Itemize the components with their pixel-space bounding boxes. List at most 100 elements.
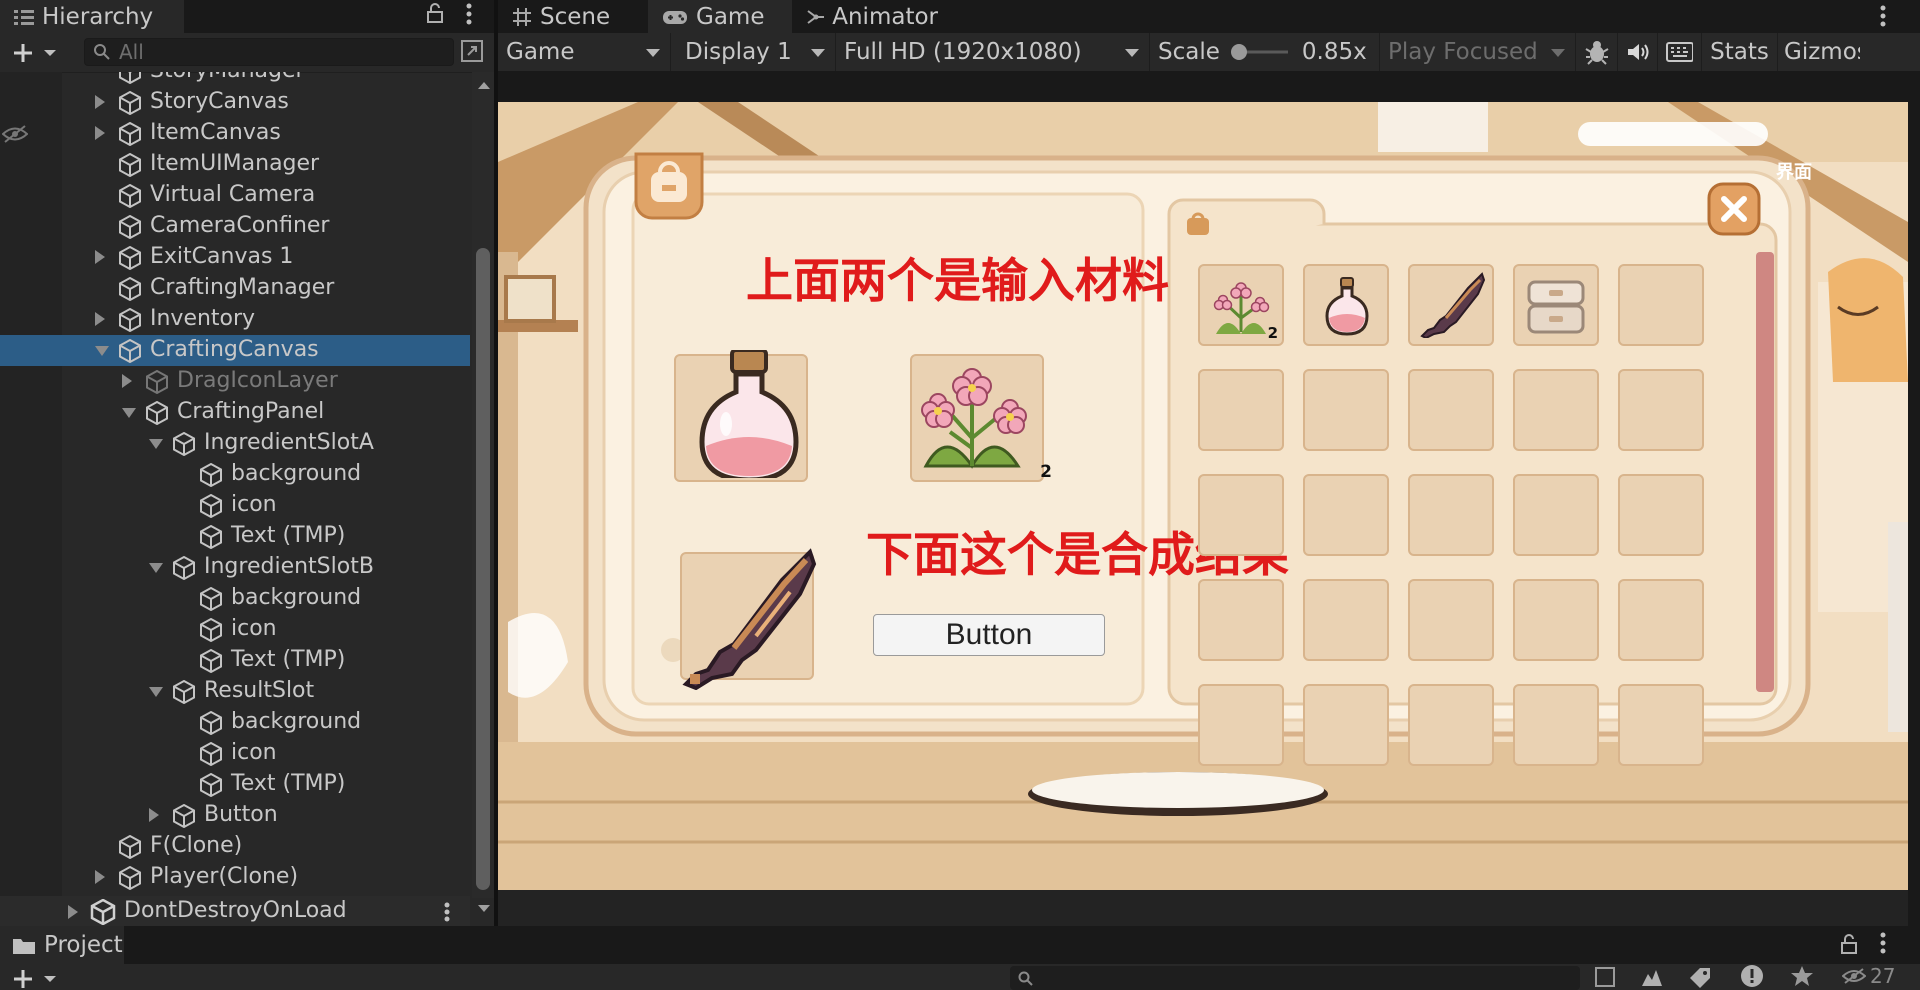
expand-arrow-icon[interactable] xyxy=(95,250,105,264)
hierarchy-item[interactable]: IngredientSlotB xyxy=(0,552,470,583)
game-view[interactable]: 界面 上面两个是输入材料 下面这个是合成结果 2 Button 2 xyxy=(498,102,1908,890)
inventory-slot[interactable] xyxy=(1513,684,1599,766)
hierarchy-item[interactable]: ExitCanvas 1 xyxy=(0,242,470,273)
shortcuts-button[interactable] xyxy=(1658,33,1702,71)
warning-icon[interactable] xyxy=(1740,964,1764,988)
hierarchy-tab[interactable]: Hierarchy xyxy=(0,0,184,33)
tab-game[interactable]: Game xyxy=(648,0,792,33)
mute-audio-button[interactable] xyxy=(1618,33,1658,71)
hierarchy-item[interactable]: F(Clone) xyxy=(0,831,470,862)
hierarchy-item[interactable]: ItemUIManager xyxy=(0,149,470,180)
inventory-slot[interactable] xyxy=(1408,579,1494,661)
result-slot[interactable] xyxy=(680,548,817,690)
collapse-arrow-icon[interactable] xyxy=(122,408,136,418)
inventory-slot[interactable] xyxy=(1303,579,1389,661)
inventory-slot[interactable] xyxy=(1513,474,1599,556)
favorite-star-icon[interactable] xyxy=(1790,965,1814,987)
collapse-arrow-icon[interactable] xyxy=(95,346,109,356)
hierarchy-item[interactable]: background xyxy=(0,459,470,490)
inventory-slot[interactable] xyxy=(1198,579,1284,661)
project-search-input[interactable] xyxy=(1010,966,1580,990)
inventory-slot[interactable] xyxy=(1618,264,1704,346)
hierarchy-item[interactable]: Text (TMP) xyxy=(0,521,470,552)
inventory-slot[interactable]: 2 xyxy=(1198,264,1284,346)
inventory-slot[interactable] xyxy=(1513,264,1599,346)
scale-control[interactable]: Scale 0.85x xyxy=(1150,33,1380,71)
hierarchy-item[interactable]: Text (TMP) xyxy=(0,645,470,676)
tab-scene[interactable]: Scene xyxy=(498,0,648,33)
hierarchy-item[interactable]: Virtual Camera xyxy=(0,180,470,211)
hierarchy-item[interactable]: DragIconLayer xyxy=(0,366,470,397)
mode-dropdown[interactable]: Game xyxy=(498,33,671,71)
hierarchy-item[interactable]: CameraConfiner xyxy=(0,211,470,242)
hierarchy-item[interactable]: Inventory xyxy=(0,304,470,335)
inventory-slot[interactable] xyxy=(1513,579,1599,661)
scale-slider[interactable] xyxy=(1230,42,1292,62)
hierarchy-item[interactable]: Player(Clone) xyxy=(0,862,470,893)
inventory-slot[interactable] xyxy=(1198,369,1284,451)
collapse-arrow-icon[interactable] xyxy=(149,687,163,697)
stats-button[interactable]: Stats xyxy=(1702,33,1778,71)
inventory-slot[interactable] xyxy=(1408,369,1494,451)
inventory-slot[interactable] xyxy=(1408,474,1494,556)
inventory-slot[interactable] xyxy=(1408,684,1494,766)
expand-arrow-icon[interactable] xyxy=(122,374,132,388)
project-add-button[interactable] xyxy=(12,968,62,990)
dontdestroyonload-row[interactable]: DontDestroyOnLoad xyxy=(0,896,470,928)
project-tab[interactable]: Project xyxy=(0,926,124,964)
hierarchy-item[interactable]: CraftingPanel xyxy=(0,397,470,428)
scroll-down-arrow[interactable] xyxy=(477,904,491,914)
hierarchy-item[interactable]: icon xyxy=(0,614,470,645)
lock-icon[interactable] xyxy=(426,3,444,23)
resolution-dropdown[interactable]: Full HD (1920x1080) xyxy=(836,33,1150,71)
expand-arrow-icon[interactable] xyxy=(149,808,159,822)
label-tag-icon[interactable] xyxy=(1688,966,1712,988)
expand-arrow-icon[interactable] xyxy=(95,95,105,109)
hierarchy-item[interactable]: ItemCanvas xyxy=(0,118,470,149)
inventory-slot[interactable] xyxy=(1303,264,1389,346)
scene-search-icon[interactable] xyxy=(460,39,484,63)
expand-arrow-icon[interactable] xyxy=(68,905,78,919)
hierarchy-item[interactable]: icon xyxy=(0,738,470,769)
hierarchy-item[interactable]: Button xyxy=(0,800,470,831)
display-dropdown[interactable]: Display 1 xyxy=(671,33,836,71)
play-mode-dropdown[interactable]: Play Focused xyxy=(1380,33,1576,71)
expand-arrow-icon[interactable] xyxy=(95,126,105,140)
hidden-count-toggle[interactable]: 27 xyxy=(1842,964,1895,988)
close-icon[interactable] xyxy=(1707,182,1761,236)
add-object-button[interactable] xyxy=(12,42,62,64)
scene-menu-icon[interactable] xyxy=(444,902,450,922)
inventory-slot[interactable] xyxy=(1618,474,1704,556)
ingredient-slot-b[interactable]: 2 xyxy=(910,354,1052,482)
hierarchy-item[interactable]: background xyxy=(0,707,470,738)
scroll-up-arrow[interactable] xyxy=(477,80,491,90)
ingredient-slot-a[interactable] xyxy=(674,350,808,482)
collapse-arrow-icon[interactable] xyxy=(149,563,163,573)
game-view-scrollbar[interactable] xyxy=(498,890,1908,926)
hierarchy-search-input[interactable]: All xyxy=(84,38,454,66)
hierarchy-item[interactable]: icon xyxy=(0,490,470,521)
hierarchy-item[interactable]: StoryManager xyxy=(0,72,470,87)
expand-arrow-icon[interactable] xyxy=(95,870,105,884)
hierarchy-scroll-thumb[interactable] xyxy=(476,248,490,890)
inventory-slot[interactable] xyxy=(1618,684,1704,766)
tab-animator[interactable]: Animator xyxy=(792,0,952,33)
inventory-slot[interactable] xyxy=(1303,369,1389,451)
gizmos-button[interactable]: Gizmos xyxy=(1778,33,1860,71)
hierarchy-item[interactable]: IngredientSlotA xyxy=(0,428,470,459)
project-menu-icon[interactable] xyxy=(1880,932,1886,954)
craft-button[interactable]: Button xyxy=(873,614,1105,656)
frame-debugger-button[interactable] xyxy=(1576,33,1618,71)
hierarchy-item[interactable]: ResultSlot xyxy=(0,676,470,707)
expand-arrow-icon[interactable] xyxy=(95,312,105,326)
hierarchy-item[interactable]: background xyxy=(0,583,470,614)
inventory-slot[interactable] xyxy=(1303,474,1389,556)
hierarchy-item[interactable]: StoryCanvas xyxy=(0,87,470,118)
inventory-slot[interactable] xyxy=(1618,369,1704,451)
search-by-type-icon[interactable] xyxy=(1594,966,1616,988)
hierarchy-item[interactable]: Text (TMP) xyxy=(0,769,470,800)
inventory-slot[interactable] xyxy=(1303,684,1389,766)
inventory-slot[interactable] xyxy=(1198,474,1284,556)
inventory-slot[interactable] xyxy=(1618,579,1704,661)
collapse-arrow-icon[interactable] xyxy=(149,439,163,449)
